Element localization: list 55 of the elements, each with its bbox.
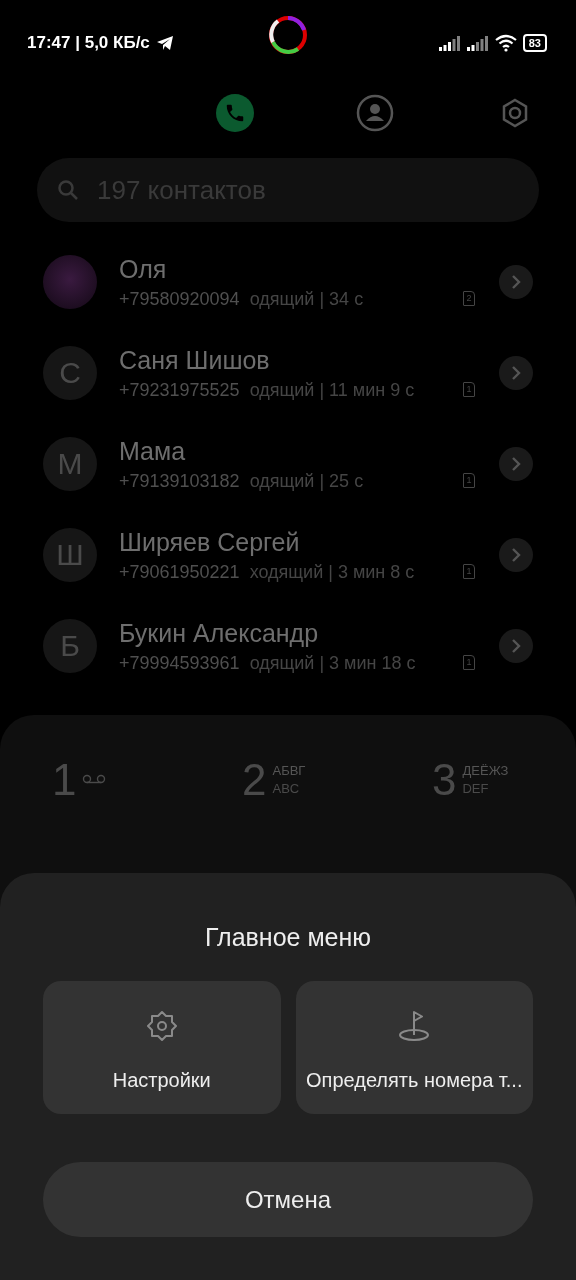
details-button[interactable] [499, 446, 533, 481]
phone-number: +79061950221 [119, 560, 240, 583]
key-letters: АБВГ [272, 762, 306, 780]
chevron-right-icon [511, 274, 521, 289]
voicemail-icon [82, 774, 107, 786]
phone-number: +79580920094 [119, 287, 240, 310]
details-button[interactable] [499, 264, 533, 299]
contact-name: Саня Шишов [119, 344, 271, 375]
search-icon [57, 179, 79, 201]
photo-placeholder [43, 254, 97, 309]
call-info: одящий | 25 с [249, 469, 364, 492]
contact-name: Мама [119, 435, 187, 466]
menu-option[interactable]: Настройки [43, 981, 281, 1114]
phone-icon [224, 102, 246, 124]
wifi-icon [494, 34, 517, 52]
contact-name: Ширяев Сергей [119, 526, 301, 557]
chevron-right-icon [511, 638, 521, 653]
settings-icon [144, 1009, 179, 1043]
sim-icon: 1 [463, 655, 475, 670]
chevron-right-icon [511, 456, 521, 471]
battery-indicator: 83 [522, 34, 547, 52]
phone-number: +79231975525 [119, 378, 240, 401]
sim-icon: 1 [463, 382, 475, 397]
signal-icon [466, 35, 489, 51]
sim-icon: 1 [463, 473, 475, 488]
calls-tab[interactable] [216, 94, 254, 132]
person-icon [356, 94, 394, 132]
flag-on-spot-icon [397, 1009, 432, 1043]
contact-name: Букин Александр [119, 617, 320, 648]
contacts-tab[interactable] [356, 94, 394, 132]
call-info: одящий | 34 с [249, 287, 364, 310]
call-info: ходящий | 3 мин 8 с [249, 560, 415, 583]
details-button[interactable] [499, 628, 533, 663]
sim-icon: 2 [463, 291, 475, 306]
key-letters: DEF [462, 780, 490, 798]
chevron-right-icon [511, 365, 521, 380]
key-letters: ДЕЁЖЗ [462, 762, 509, 780]
sim-icon: 1 [463, 564, 475, 579]
phone-number: +79994593961 [119, 651, 240, 674]
contact-name: Оля [119, 253, 168, 284]
signal-icon [438, 35, 461, 51]
details-button[interactable] [499, 537, 533, 572]
details-button[interactable] [499, 355, 533, 390]
status-time: 17:47 | 5,0 КБ/с [27, 33, 150, 53]
hexagon-icon [500, 98, 530, 128]
camera-ring-icon [268, 15, 308, 55]
sheet-title: Главное меню [203, 922, 373, 953]
call-info: одящий | 3 мин 18 с [249, 651, 416, 674]
menu-option[interactable]: Определять номера т... [295, 981, 533, 1114]
call-info: одящий | 11 мин 9 с [249, 378, 415, 401]
telegram-icon [155, 35, 174, 51]
cancel-button[interactable]: Отмена [43, 1162, 533, 1237]
chevron-right-icon [511, 547, 521, 562]
key-letters: ABC [272, 780, 301, 798]
phone-number: +79139103182 [119, 469, 240, 492]
